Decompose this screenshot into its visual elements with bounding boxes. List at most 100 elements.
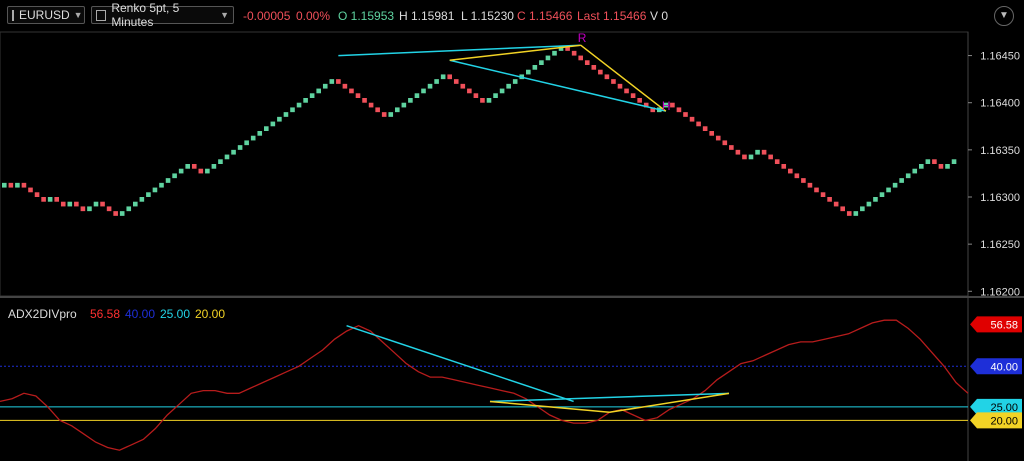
renko-brick xyxy=(342,83,348,89)
renko-brick xyxy=(440,74,446,80)
adx-line xyxy=(0,319,969,451)
renko-brick xyxy=(676,107,682,113)
renko-brick xyxy=(283,112,289,117)
renko-brick xyxy=(119,211,125,216)
chart-canvas[interactable]: 1.16200 1.16250 1.16300 1.16350 1.16400 1.164… xyxy=(0,0,1024,461)
renko-brick xyxy=(919,164,924,169)
renko-brick xyxy=(814,187,819,193)
price-tick-label: 1.16350 xyxy=(980,145,1020,157)
renko-brick xyxy=(709,131,714,136)
renko-brick xyxy=(591,65,597,70)
indicator-legend-value: 40.00 xyxy=(125,307,155,321)
renko-brick xyxy=(303,98,308,103)
renko-brick xyxy=(224,154,230,160)
renko-brick xyxy=(414,93,420,98)
renko-brick xyxy=(28,187,33,193)
renko-brick xyxy=(54,197,59,202)
renko-brick xyxy=(571,50,577,56)
indicator-level-label: 20.00 xyxy=(990,415,1018,427)
renko-brick xyxy=(938,164,944,169)
renko-brick xyxy=(912,168,918,174)
indicator-divergence-line xyxy=(346,324,574,403)
price-panel-frame xyxy=(0,31,969,297)
renko-brick xyxy=(899,178,904,183)
renko-brick xyxy=(355,93,361,98)
indicator-level-label: 56.58 xyxy=(990,319,1018,331)
renko-brick xyxy=(198,168,204,174)
renko-brick xyxy=(486,98,492,103)
renko-brick xyxy=(447,74,452,80)
indicator-legend-value: 56.58 xyxy=(90,307,120,321)
renko-brick xyxy=(670,102,675,108)
renko-brick xyxy=(453,79,459,84)
renko-brick xyxy=(2,182,7,188)
renko-brick xyxy=(191,164,197,169)
renko-brick xyxy=(807,182,813,188)
renko-brick xyxy=(702,126,708,131)
renko-brick xyxy=(67,201,73,207)
renko-brick xyxy=(165,178,171,183)
renko-brick xyxy=(526,69,531,75)
renko-brick xyxy=(8,182,14,188)
renko-brick xyxy=(460,83,466,89)
price-tick-label: 1.16300 xyxy=(980,192,1020,204)
renko-brick xyxy=(41,197,46,202)
renko-brick xyxy=(761,149,767,155)
renko-brick xyxy=(604,74,610,80)
renko-brick xyxy=(801,178,806,183)
renko-brick xyxy=(146,192,151,197)
renko-brick xyxy=(833,201,839,207)
renko-brick xyxy=(296,102,302,108)
renko-brick xyxy=(768,154,773,160)
renko-brick xyxy=(401,102,407,108)
renko-brick xyxy=(277,116,282,122)
renko-brick xyxy=(159,182,164,188)
renko-brick xyxy=(434,79,439,84)
renko-brick xyxy=(781,164,787,169)
renko-brick xyxy=(87,206,92,212)
renko-brick xyxy=(879,192,885,197)
price-divergence-line xyxy=(338,44,581,57)
renko-brick xyxy=(126,206,132,212)
renko-brick xyxy=(545,55,551,61)
renko-brick xyxy=(336,79,341,84)
renko-brick xyxy=(932,159,937,164)
renko-brick xyxy=(21,182,27,188)
renko-brick xyxy=(866,201,872,207)
renko-brick xyxy=(788,168,793,174)
renko-brick xyxy=(74,201,79,207)
renko-brick xyxy=(93,201,99,207)
renko-brick xyxy=(381,112,387,117)
indicator-title: ADX2DIVpro xyxy=(8,307,77,321)
renko-brick xyxy=(178,168,184,174)
renko-brick xyxy=(349,88,354,94)
renko-brick xyxy=(205,168,210,174)
renko-brick xyxy=(270,121,276,127)
renko-brick xyxy=(729,145,734,150)
renko-brick xyxy=(552,50,557,56)
renko-brick xyxy=(480,98,485,103)
renko-brick xyxy=(683,112,688,117)
renko-brick xyxy=(133,201,138,207)
renko-brick xyxy=(506,83,511,89)
renko-brick xyxy=(886,187,891,193)
indicator-legend-value: 25.00 xyxy=(160,307,190,321)
renko-brick xyxy=(231,149,236,155)
renko-brick xyxy=(846,211,852,216)
renko-brick xyxy=(264,126,269,131)
divergence-marker-r: R xyxy=(578,31,587,45)
renko-brick xyxy=(696,121,701,127)
renko-brick xyxy=(185,164,190,169)
renko-brick xyxy=(172,173,177,179)
renko-brick xyxy=(467,88,472,94)
renko-brick xyxy=(742,154,747,160)
renko-brick xyxy=(925,159,931,164)
renko-brick xyxy=(322,83,328,89)
renko-brick xyxy=(860,206,865,212)
renko-brick xyxy=(218,159,223,164)
renko-brick xyxy=(368,102,374,108)
renko-brick xyxy=(47,197,53,202)
renko-brick xyxy=(584,60,590,65)
renko-brick xyxy=(329,79,335,84)
renko-brick xyxy=(611,79,616,84)
